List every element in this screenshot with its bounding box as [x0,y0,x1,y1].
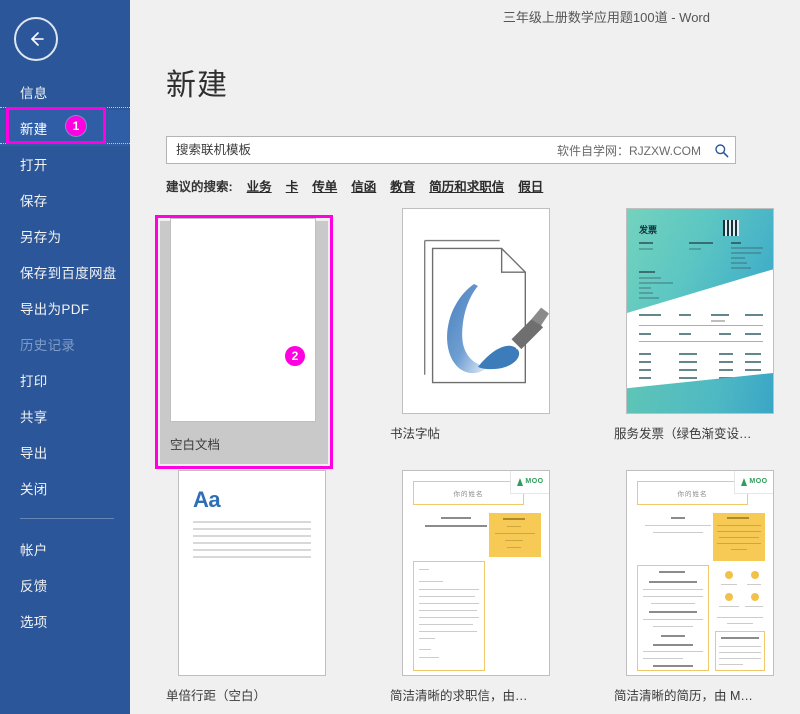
sidebar-item-feedback[interactable]: 反馈 [0,567,130,603]
suggested-link-letter[interactable]: 信函 [351,176,376,195]
backstage-sidebar: 信息 新建 打开 保存 另存为 保存到百度网盘 导出为PDF 历史记录 打印 共… [0,0,130,714]
template-label: 空白文档 [170,434,344,453]
sidebar-nav-list: 信息 新建 打开 保存 另存为 保存到百度网盘 导出为PDF 历史记录 打印 共… [0,74,130,639]
sidebar-item-label: 导出为PDF [20,298,89,318]
suggested-link-card[interactable]: 卡 [286,176,299,195]
sidebar-item-label: 打印 [20,370,48,390]
annotation-badge-2: 2 [285,346,305,366]
template-card-cover-letter[interactable]: MOO 你的姓名 [390,470,562,704]
resume-art: MOO 你的姓名 [627,471,773,675]
sidebar-item-open[interactable]: 打开 [0,146,130,182]
sidebar-item-new[interactable]: 新建 [0,110,130,146]
template-card-single-space[interactable]: Aa 单倍行距（空白） [166,470,338,704]
sidebar-item-label: 帐户 [20,539,48,559]
search-watermark-note: 软件自学网：RJZXW.COM [557,142,707,159]
letter-body-box [413,561,485,671]
template-label: 简洁清晰的简历，由 M… [614,685,786,704]
sidebar-item-label: 信息 [20,82,48,102]
sidebar-item-label: 保存 [20,190,48,210]
window-title: 三年级上册数学应用题100道 - Word [503,7,710,26]
template-label: 单倍行距（空白） [166,685,338,704]
template-cell: 空白文档 [166,208,390,470]
template-grid: 空白文档 [166,208,800,714]
template-thumbnail-single-space: Aa [178,470,326,676]
sidebar-item-close[interactable]: 关闭 [0,470,130,506]
sidebar-item-share[interactable]: 共享 [0,398,130,434]
invoice-qr-icon [723,220,739,236]
template-card-resume[interactable]: MOO 你的姓名 [614,470,786,704]
suggested-link-education[interactable]: 教育 [390,176,415,195]
sidebar-item-history: 历史记录 [0,326,130,362]
template-cell: MOO 你的姓名 [614,470,800,714]
sidebar-item-print[interactable]: 打印 [0,362,130,398]
template-thumbnail-cover-letter: MOO 你的姓名 [402,470,550,676]
sidebar-item-save[interactable]: 保存 [0,182,130,218]
sidebar-item-export-pdf[interactable]: 导出为PDF [0,290,130,326]
template-search-bar: 软件自学网：RJZXW.COM [166,136,736,164]
invoice-art: 发票 [627,209,773,413]
suggested-searches: 建议的搜索: 业务 卡 传单 信函 教育 简历和求职信 假日 [166,176,543,195]
thumb-aa-heading: Aa [193,487,220,513]
back-arrow-icon[interactable] [14,17,58,61]
sidebar-item-export[interactable]: 导出 [0,434,130,470]
sidebar-item-label: 历史记录 [20,334,75,354]
sidebar-item-label: 打开 [20,154,48,174]
template-card-calligraphy[interactable]: 书法字帖 [390,208,562,442]
sidebar-item-save-to-baidu[interactable]: 保存到百度网盘 [0,254,130,290]
template-label: 书法字帖 [390,423,562,442]
moo-badge-label: MOO [749,478,767,485]
template-cell: 发票 [614,208,800,470]
template-thumbnail-blank [170,218,316,422]
moo-tree-icon [741,478,747,486]
suggested-link-holiday[interactable]: 假日 [518,176,543,195]
annotation-badge-1: 1 [66,116,86,136]
template-label: 服务发票（绿色渐变设… [614,423,786,442]
sidebar-item-info[interactable]: 信息 [0,74,130,110]
sidebar-item-label: 导出 [20,442,48,462]
thumb-name-field: 你的姓名 [637,481,748,505]
sidebar-item-label: 新建 [20,118,48,138]
template-label: 简洁清晰的求职信，由… [390,685,562,704]
moo-badge-label: MOO [525,478,543,485]
thumb-name-field: 你的姓名 [413,481,524,505]
search-icon[interactable] [707,137,735,163]
template-thumbnail-calligraphy [402,208,550,414]
invoice-title: 发票 [639,223,657,236]
sidebar-divider [20,518,114,519]
suggested-link-business[interactable]: 业务 [247,176,272,195]
sidebar-item-label: 选项 [20,611,48,631]
sidebar-item-options[interactable]: 选项 [0,603,130,639]
suggested-link-flyer[interactable]: 传单 [312,176,337,195]
sidebar-item-label: 保存到百度网盘 [20,262,117,282]
template-card-invoice[interactable]: 发票 [614,208,786,442]
suggested-link-resume[interactable]: 简历和求职信 [429,176,504,195]
template-card-blank[interactable]: 空白文档 [166,218,344,453]
cover-letter-art: MOO 你的姓名 [403,471,549,675]
sidebar-item-label: 反馈 [20,575,48,595]
sidebar-item-account[interactable]: 帐户 [0,531,130,567]
sidebar-item-label: 另存为 [20,226,61,246]
template-cell: MOO 你的姓名 [390,470,614,714]
moo-tree-icon [517,478,523,486]
sidebar-item-save-as[interactable]: 另存为 [0,218,130,254]
sidebar-item-label: 关闭 [20,478,48,498]
moo-badge: MOO [510,470,550,494]
backstage-main-pane: 三年级上册数学应用题100道 - Word 新建 软件自学网：RJZXW.COM… [130,0,800,714]
page-title: 新建 [166,60,228,104]
moo-badge: MOO [734,470,774,494]
sidebar-item-label: 共享 [20,406,48,426]
template-thumbnail-resume: MOO 你的姓名 [626,470,774,676]
search-input[interactable] [167,143,557,157]
template-thumbnail-invoice: 发票 [626,208,774,414]
template-cell: 书法字帖 [390,208,614,470]
template-cell: Aa 单倍行距（空白） [166,470,390,714]
invoice-footer-band [627,373,773,413]
suggested-searches-label: 建议的搜索: [166,176,233,195]
word-backstage-new-screen: 信息 新建 打开 保存 另存为 保存到百度网盘 导出为PDF 历史记录 打印 共… [0,0,800,714]
